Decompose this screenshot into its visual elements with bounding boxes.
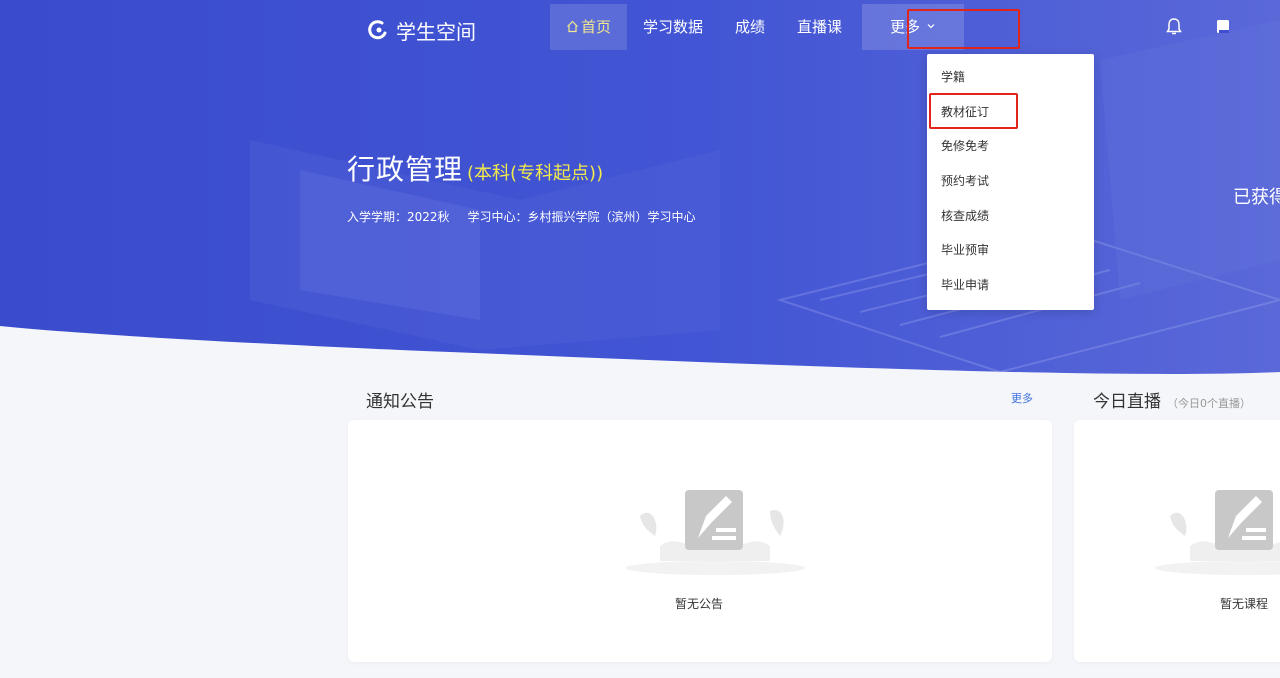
bell-icon[interactable] bbox=[1165, 17, 1183, 37]
enroll-term: 入学学期：2022秋 bbox=[347, 210, 450, 224]
menu-item-graduation-precheck[interactable]: 毕业预审 bbox=[927, 233, 1094, 268]
nav-label-more: 更多 bbox=[890, 18, 921, 36]
brand-logo[interactable]: 学生空间 bbox=[366, 14, 476, 46]
live-card: 暂无课程 bbox=[1074, 420, 1280, 662]
live-count-note: （今日0个直播） bbox=[1167, 397, 1251, 410]
menu-item-graduation-apply[interactable]: 毕业申请 bbox=[927, 268, 1094, 303]
live-section-title: 今日直播 （今日0个直播） bbox=[1093, 387, 1251, 412]
live-title: 今日直播 bbox=[1093, 392, 1161, 412]
empty-notes-icon bbox=[625, 490, 805, 575]
learning-center: 学习中心：乡村振兴学院（滨州）学习中心 bbox=[467, 210, 696, 224]
notices-title: 通知公告 bbox=[366, 392, 434, 412]
nav-item-study-data[interactable]: 学习数据 bbox=[627, 4, 719, 50]
live-empty-text: 暂无课程 bbox=[1220, 597, 1269, 611]
home-icon bbox=[567, 20, 578, 33]
earned-credits-label: 已获得 bbox=[1233, 187, 1280, 208]
major-title: 行政管理 (本科(专科起点)) bbox=[347, 148, 603, 188]
main-nav: 首页 学习数据 成绩 直播课 更多 bbox=[550, 4, 965, 50]
degree-level: (本科(专科起点)) bbox=[467, 163, 604, 184]
chevron-down-icon bbox=[927, 24, 935, 29]
nav-label-study-data: 学习数据 bbox=[643, 18, 704, 36]
menu-item-grade-check[interactable]: 核查成绩 bbox=[927, 199, 1094, 234]
logo-icon bbox=[368, 20, 387, 40]
enrollment-info: 入学学期：2022秋 学习中心：乡村振兴学院（滨州）学习中心 bbox=[347, 208, 696, 225]
nav-label-home: 首页 bbox=[581, 18, 612, 36]
major-name: 行政管理 bbox=[347, 153, 464, 186]
menu-item-exam-booking[interactable]: 预约考试 bbox=[927, 164, 1094, 199]
brand-name: 学生空间 bbox=[396, 19, 476, 44]
menu-item-student-status[interactable]: 学籍 bbox=[927, 60, 1094, 95]
nav-label-live-course: 直播课 bbox=[797, 18, 843, 36]
menu-item-textbook-order[interactable]: 教材征订 bbox=[927, 95, 1094, 130]
notices-card: 暂无公告 bbox=[348, 420, 1052, 662]
empty-live-icon bbox=[1155, 490, 1280, 575]
notices-more-link[interactable]: 更多 bbox=[1011, 390, 1033, 406]
nav-item-live-course[interactable]: 直播课 bbox=[781, 4, 858, 50]
book-icon[interactable] bbox=[1215, 18, 1231, 36]
menu-item-exemption[interactable]: 免修免考 bbox=[927, 129, 1094, 164]
more-dropdown-menu: 学籍 教材征订 免修免考 预约考试 核查成绩 毕业预审 毕业申请 bbox=[927, 54, 1094, 310]
nav-item-home[interactable]: 首页 bbox=[550, 4, 628, 50]
nav-label-grades: 成绩 bbox=[735, 18, 766, 36]
notices-empty-text: 暂无公告 bbox=[675, 597, 724, 611]
nav-item-grades[interactable]: 成绩 bbox=[719, 4, 781, 50]
nav-item-more[interactable]: 更多 bbox=[862, 4, 965, 50]
